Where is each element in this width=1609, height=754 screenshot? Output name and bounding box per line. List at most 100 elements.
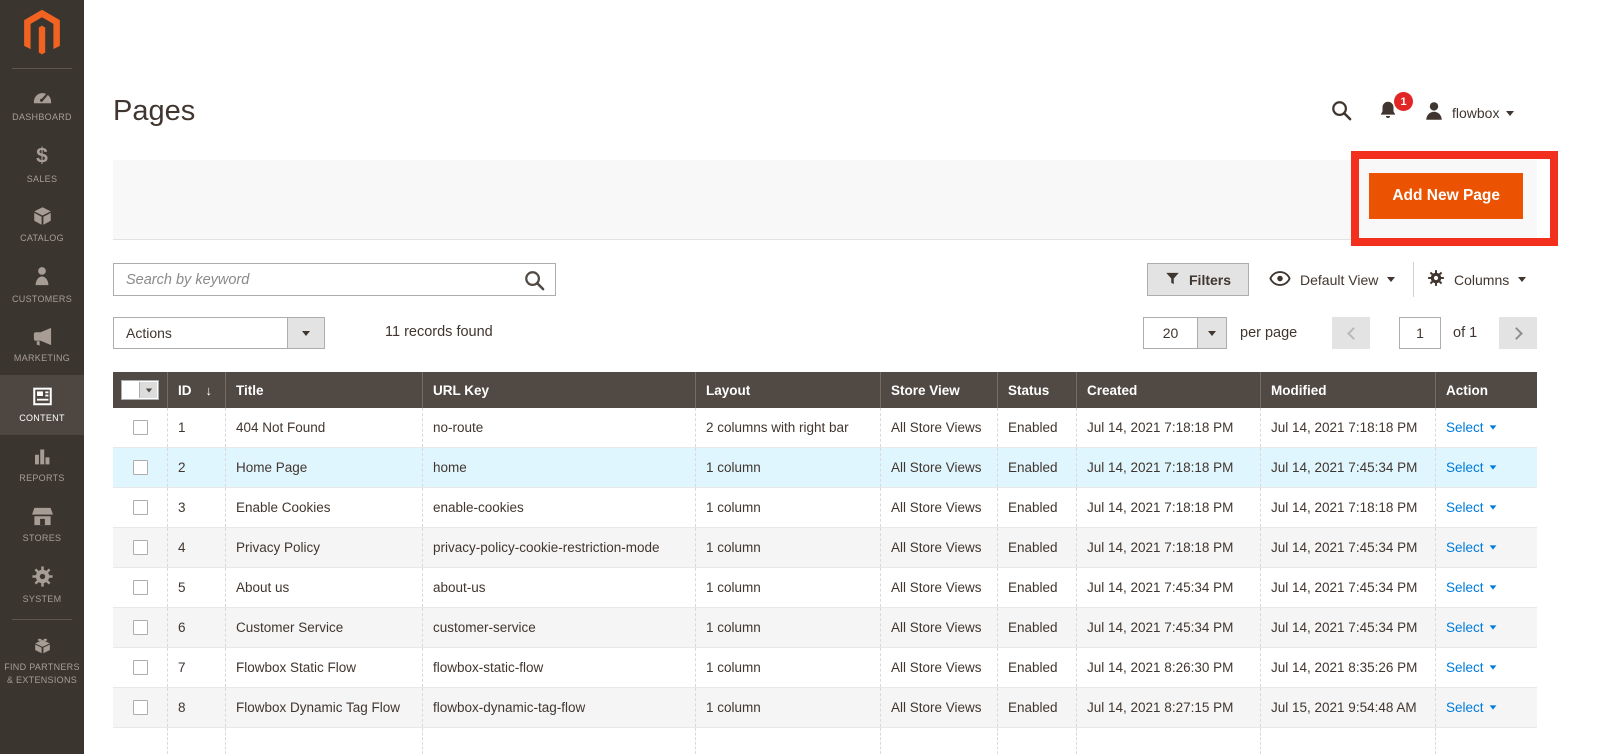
- select-all-dropdown[interactable]: [139, 382, 157, 398]
- chevron-down-icon: [1489, 425, 1496, 430]
- cell-store-view: All Store Views: [880, 608, 997, 647]
- column-header-url-key[interactable]: URL Key: [422, 372, 695, 408]
- empty-cell: [113, 728, 167, 754]
- cell-id: 6: [167, 608, 225, 647]
- sidebar-item-dashboard[interactable]: DASHBOARD: [0, 75, 84, 135]
- person-icon: [31, 264, 53, 288]
- column-header-store-view[interactable]: Store View: [880, 372, 997, 408]
- view-label: Default View: [1300, 271, 1379, 288]
- cell-id: 7: [167, 648, 225, 687]
- search-input[interactable]: [114, 264, 555, 295]
- search-icon[interactable]: [1330, 99, 1353, 127]
- empty-cell: [225, 728, 422, 754]
- cell-created: Jul 14, 2021 7:18:18 PM: [1076, 408, 1260, 447]
- box-icon: [31, 205, 54, 227]
- column-header-layout[interactable]: Layout: [695, 372, 880, 408]
- row-checkbox-cell: [113, 448, 167, 487]
- select-all-header[interactable]: [113, 372, 167, 408]
- select-action-link[interactable]: Select: [1446, 620, 1484, 635]
- magento-logo[interactable]: [0, 0, 84, 66]
- column-header-modified[interactable]: Modified: [1260, 372, 1435, 408]
- per-page-dropdown[interactable]: 20: [1143, 317, 1227, 349]
- extensions-icon: [31, 634, 54, 656]
- column-header-status[interactable]: Status: [997, 372, 1076, 408]
- row-checkbox-cell: [113, 568, 167, 607]
- sidebar-item-marketing[interactable]: MARKETING: [0, 315, 84, 375]
- chevron-down-icon: [1489, 585, 1496, 590]
- search-icon[interactable]: [523, 269, 546, 297]
- column-header-created[interactable]: Created: [1076, 372, 1260, 408]
- row-checkbox[interactable]: [132, 500, 148, 515]
- actions-dropdown[interactable]: Actions: [113, 317, 325, 349]
- select-action-link[interactable]: Select: [1446, 540, 1484, 555]
- chevron-down-icon: [1489, 625, 1496, 630]
- select-action-link[interactable]: Select: [1446, 420, 1484, 435]
- add-new-page-button[interactable]: Add New Page: [1369, 173, 1523, 219]
- cell-id: 1: [167, 408, 225, 447]
- sidebar-divider: [12, 68, 72, 69]
- sidebar-item-system[interactable]: SYSTEM: [0, 555, 84, 615]
- sidebar-item-catalog[interactable]: CATALOG: [0, 195, 84, 255]
- current-page-input[interactable]: [1399, 317, 1441, 349]
- table-row: 6 Customer Service customer-service 1 colum…: [113, 608, 1537, 648]
- row-checkbox[interactable]: [132, 620, 148, 635]
- cell-modified: Jul 14, 2021 7:45:34 PM: [1260, 448, 1435, 487]
- column-header-title[interactable]: Title: [225, 372, 422, 408]
- cell-status: Enabled: [997, 568, 1076, 607]
- select-action-link[interactable]: Select: [1446, 500, 1484, 515]
- column-header-action[interactable]: Action: [1435, 372, 1537, 408]
- filters-button[interactable]: Filters: [1147, 263, 1250, 296]
- cell-status: Enabled: [997, 688, 1076, 727]
- keyword-search: [113, 263, 556, 296]
- row-checkbox[interactable]: [132, 420, 148, 435]
- cell-modified: Jul 14, 2021 7:18:18 PM: [1260, 408, 1435, 447]
- notifications-button[interactable]: 1: [1377, 92, 1413, 127]
- row-checkbox[interactable]: [132, 660, 148, 675]
- sidebar-item-reports[interactable]: REPORTS: [0, 435, 84, 495]
- previous-page-button[interactable]: [1332, 317, 1370, 349]
- pages-grid: ID ↓ Title URL Key Layout Store View Sta…: [113, 372, 1537, 754]
- sidebar-item-content[interactable]: CONTENT: [0, 375, 84, 435]
- bar-chart-icon: [31, 446, 53, 467]
- per-page-label: per page: [1240, 325, 1298, 341]
- select-all-checkbox[interactable]: [123, 382, 139, 398]
- select-action-link[interactable]: Select: [1446, 700, 1484, 715]
- row-checkbox[interactable]: [132, 460, 148, 475]
- cell-modified: Jul 14, 2021 7:18:18 PM: [1260, 488, 1435, 527]
- cell-url-key: home: [422, 448, 695, 487]
- table-body: 1 404 Not Found no-route 2 columns with rig…: [113, 408, 1537, 754]
- cell-id: 3: [167, 488, 225, 527]
- columns-control[interactable]: Columns: [1427, 263, 1527, 296]
- column-header-id[interactable]: ID ↓: [167, 372, 225, 408]
- cell-status: Enabled: [997, 488, 1076, 527]
- select-action-link[interactable]: Select: [1446, 580, 1484, 595]
- sidebar-item-stores[interactable]: STORES: [0, 495, 84, 555]
- row-checkbox[interactable]: [132, 580, 148, 595]
- cell-action: Select: [1435, 688, 1537, 727]
- row-checkbox[interactable]: [132, 540, 148, 555]
- cell-url-key: no-route: [422, 408, 695, 447]
- select-action-link[interactable]: Select: [1446, 460, 1484, 475]
- admin-sidebar: DASHBOARD $ SALES CATALOG CUSTOMERS MARK…: [0, 0, 84, 754]
- cell-title: 404 Not Found: [225, 408, 422, 447]
- empty-cell: [997, 728, 1076, 754]
- sidebar-item-sales[interactable]: $ SALES: [0, 135, 84, 195]
- dropdown-arrow: [287, 318, 324, 348]
- default-view-control[interactable]: Default View: [1269, 263, 1396, 296]
- next-page-button[interactable]: [1499, 317, 1537, 349]
- row-checkbox[interactable]: [132, 700, 148, 715]
- select-action-link[interactable]: Select: [1446, 660, 1484, 675]
- gear-icon: [31, 565, 54, 588]
- account-menu[interactable]: flowbox: [1423, 100, 1515, 127]
- sidebar-item-label: CONTENT: [19, 413, 65, 424]
- chevron-right-icon: [1509, 326, 1523, 340]
- page-title: Pages: [113, 95, 196, 127]
- eye-icon: [1269, 270, 1291, 290]
- notification-badge: 1: [1394, 92, 1413, 111]
- cell-id: 8: [167, 688, 225, 727]
- cell-title: Flowbox Static Flow: [225, 648, 422, 687]
- sidebar-item-find-partners[interactable]: FIND PARTNERS & EXTENSIONS: [0, 624, 84, 696]
- empty-cell: [422, 728, 695, 754]
- sidebar-item-label: MARKETING: [13, 352, 71, 363]
- sidebar-item-customers[interactable]: CUSTOMERS: [0, 255, 84, 315]
